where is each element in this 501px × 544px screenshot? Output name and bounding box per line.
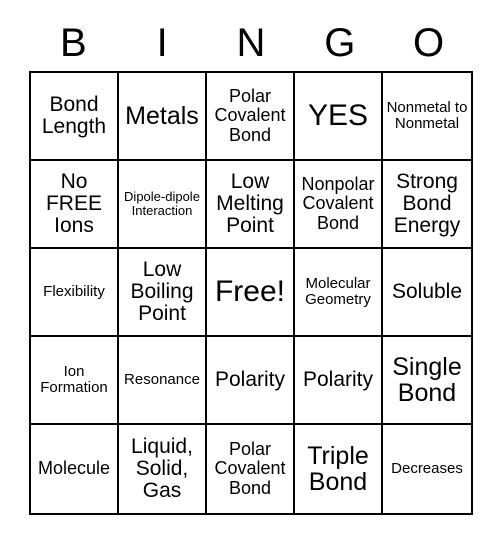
bingo-cell-label: YES — [307, 99, 369, 133]
bingo-cell[interactable]: Resonance — [119, 337, 207, 425]
bingo-card: B I N G O Bond Length Metals Polar Coval… — [0, 0, 501, 544]
bingo-cell-label: No FREE Ions — [45, 169, 102, 238]
bingo-cell[interactable]: Polarity — [295, 337, 383, 425]
bingo-cell-label: Molecular Geometry — [305, 275, 371, 308]
bingo-cell[interactable]: Low Melting Point — [207, 161, 295, 249]
bingo-cell-label: Dipole-dipole Interaction — [124, 189, 200, 218]
bingo-cell-label: Ion Formation — [40, 363, 108, 396]
bingo-cell[interactable]: Triple Bond — [295, 425, 383, 513]
bingo-cell-label: Flexibility — [43, 283, 105, 301]
bingo-cell[interactable]: Soluble — [383, 249, 471, 337]
bingo-cell[interactable]: Decreases — [383, 425, 471, 513]
bingo-cell[interactable]: Polar Covalent Bond — [207, 73, 295, 161]
bingo-cell[interactable]: Nonmetal to Nonmetal — [383, 73, 471, 161]
bingo-cell-label: Free! — [214, 275, 286, 309]
bingo-cell[interactable]: Liquid, Solid, Gas — [119, 425, 207, 513]
bingo-cell-label: Low Boiling Point — [130, 257, 194, 326]
bingo-cell[interactable]: Strong Bond Energy — [383, 161, 471, 249]
bingo-header-letter-o: O — [413, 21, 445, 65]
bingo-cell-label: Liquid, Solid, Gas — [131, 434, 193, 503]
bingo-cell[interactable]: Bond Length — [31, 73, 119, 161]
bingo-cell[interactable]: Flexibility — [31, 249, 119, 337]
bingo-cell[interactable]: Nonpolar Covalent Bond — [295, 161, 383, 249]
bingo-cell-label: Metals — [125, 101, 199, 130]
bingo-cell[interactable]: Molecule — [31, 425, 119, 513]
bingo-cell-label: Molecule — [37, 458, 111, 479]
bingo-cell-label: Nonpolar Covalent Bond — [301, 174, 375, 233]
bingo-cell-label: Strong Bond Energy — [393, 169, 461, 238]
bingo-cell[interactable]: No FREE Ions — [31, 161, 119, 249]
bingo-header-letter-i: I — [156, 21, 168, 65]
bingo-cell-label: Resonance — [124, 371, 200, 389]
bingo-cell[interactable]: Molecular Geometry — [295, 249, 383, 337]
bingo-cell-label: Single Bond — [392, 352, 462, 407]
bingo-cell[interactable]: YES — [295, 73, 383, 161]
bingo-cell[interactable]: Ion Formation — [31, 337, 119, 425]
bingo-cell-label: Triple Bond — [307, 441, 369, 496]
bingo-header-row: B I N G O — [29, 18, 473, 68]
bingo-header-letter-g: G — [324, 21, 356, 65]
bingo-cell-label: Polar Covalent Bond — [214, 86, 286, 145]
bingo-cell-label: Bond Length — [41, 92, 107, 138]
bingo-cell-free[interactable]: Free! — [207, 249, 295, 337]
bingo-header-letter-b: B — [60, 21, 87, 65]
bingo-cell[interactable]: Polarity — [207, 337, 295, 425]
bingo-cell[interactable]: Dipole-dipole Interaction — [119, 161, 207, 249]
bingo-cell-label: Polar Covalent Bond — [214, 439, 286, 498]
bingo-cell[interactable]: Metals — [119, 73, 207, 161]
bingo-cell-label: Decreases — [391, 460, 463, 478]
bingo-cell-label: Polarity — [302, 367, 374, 391]
bingo-cell-label: Low Melting Point — [216, 169, 284, 238]
bingo-cell-label: Soluble — [391, 279, 463, 303]
bingo-cell[interactable]: Single Bond — [383, 337, 471, 425]
bingo-header-letter-n: N — [236, 21, 266, 65]
bingo-cell[interactable]: Low Boiling Point — [119, 249, 207, 337]
bingo-cell-label: Nonmetal to Nonmetal — [386, 99, 468, 132]
bingo-cell-label: Polarity — [214, 367, 286, 391]
bingo-cell[interactable]: Polar Covalent Bond — [207, 425, 295, 513]
bingo-grid: Bond Length Metals Polar Covalent Bond Y… — [29, 71, 473, 515]
